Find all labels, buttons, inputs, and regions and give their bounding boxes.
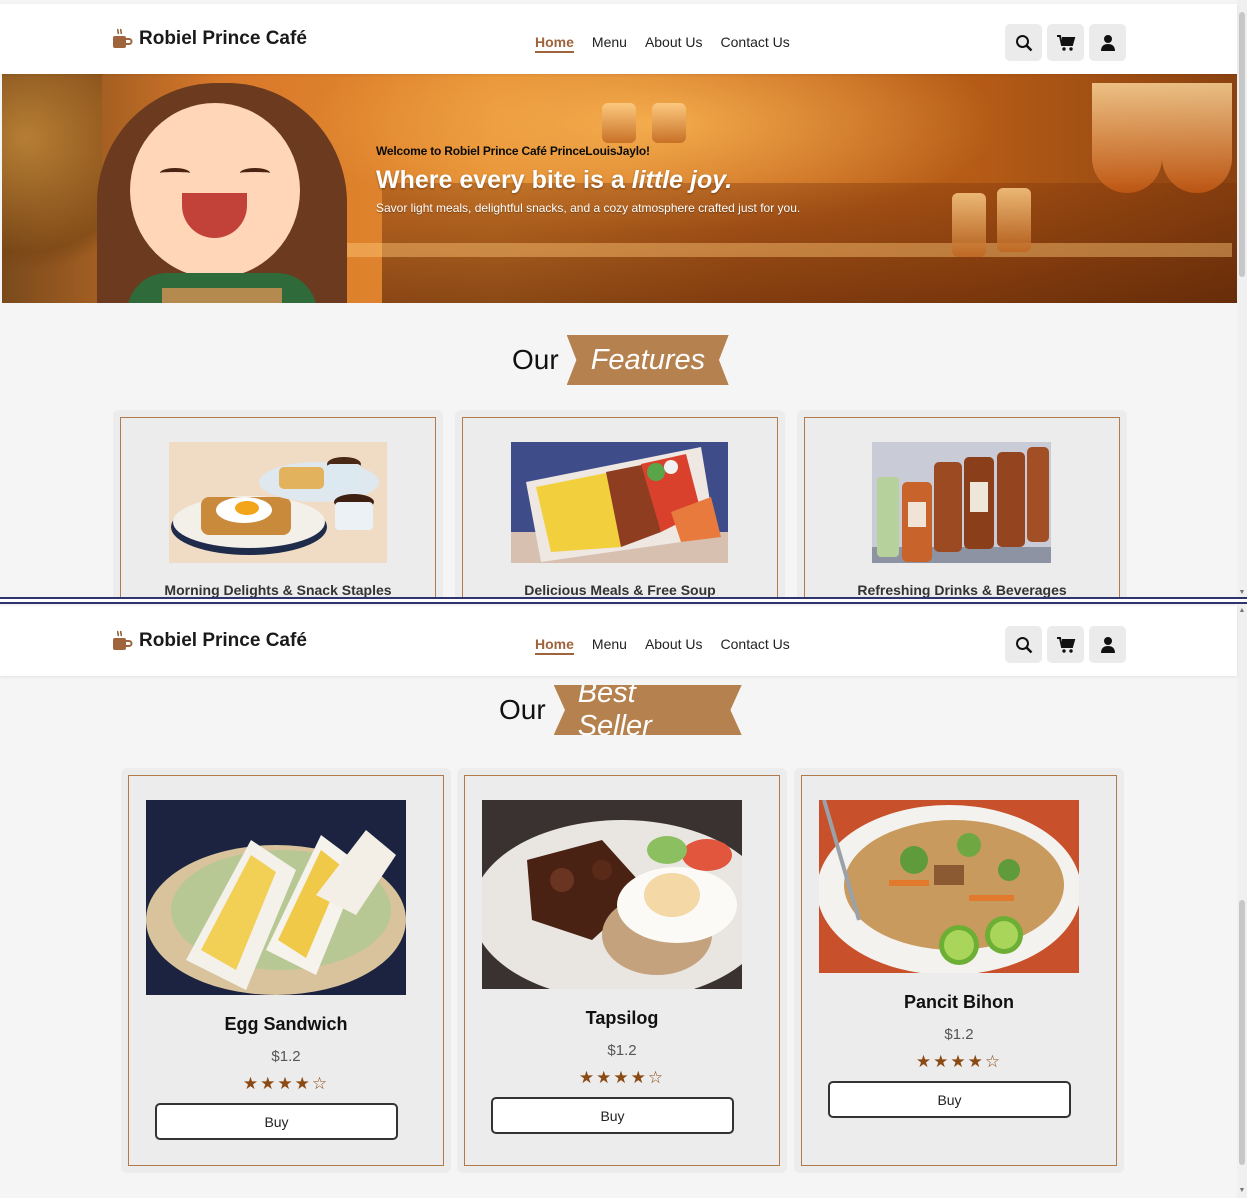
product-image-tapsilog [482,800,742,989]
nav-home[interactable]: Home [535,34,574,53]
feature-label: Morning Delights & Snack Staples [164,582,392,598]
hero-text: Welcome to Robiel Prince Café PrinceLoui… [376,144,800,215]
scrollbar[interactable]: ▲ ▼ [1237,600,1247,1198]
screenshot-divider [0,597,1247,604]
search-icon [1015,636,1032,653]
navbar: Robiel Prince Café Home Menu About Us Co… [0,4,1237,74]
feature-card[interactable]: Delicious Meals & Free Soup [455,410,785,600]
product-name: Tapsilog [585,1008,659,1028]
coffee-cup-icon [111,630,133,652]
product-card[interactable]: Egg Sandwich $1.2 ★★★★☆ Buy [121,768,451,1173]
feature-image-meals [511,442,728,563]
brand-logo[interactable]: Robiel Prince Café [111,28,307,50]
hero-subtitle: Savor light meals, delightful snacks, an… [376,201,801,215]
nav-home[interactable]: Home [535,636,574,655]
coffee-cup-icon [111,28,133,50]
nav-links: Home Menu About Us Contact Us [535,34,790,53]
girl-apron [162,288,282,303]
account-button[interactable] [1089,24,1126,61]
product-image-pancit-bihon [819,800,1079,973]
feature-card[interactable]: Refreshing Drinks & Beverages [797,410,1127,600]
search-button[interactable] [1005,24,1042,61]
star-rating-icon: ★★★★☆ [915,1052,1003,1071]
nav-contact-us[interactable]: Contact Us [721,636,790,655]
cart-button[interactable] [1047,626,1084,663]
bestseller-heading: Our Best Seller [499,685,742,735]
hero-glass-decoration [1092,83,1162,193]
girl-eye [160,168,190,178]
features-heading-ribbon: Features [566,335,729,385]
nav-icons [1005,626,1126,663]
buy-button[interactable]: Buy [828,1081,1071,1118]
girl-eye [240,168,270,178]
nav-contact-us[interactable]: Contact Us [721,34,790,53]
user-icon [1100,34,1115,51]
navbar: Robiel Prince Café Home Menu About Us Co… [0,606,1237,676]
buy-button[interactable]: Buy [155,1103,398,1140]
cart-icon [1056,636,1075,653]
nav-icons [1005,24,1126,61]
scrollbar[interactable]: ▼ [1237,0,1247,600]
scrollbar-thumb[interactable] [1239,900,1245,1165]
hero-jar-decoration [652,103,686,143]
hero-banner: Welcome to Robiel Prince Café PrinceLoui… [2,73,1237,303]
product-price: $1.2 [944,1026,974,1043]
hero-counter-edge [332,243,1232,257]
hero-jar-decoration [952,193,986,257]
product-price: $1.2 [607,1042,637,1059]
product-card[interactable]: Tapsilog $1.2 ★★★★☆ Buy [457,768,787,1173]
brand-logo[interactable]: Robiel Prince Café [111,630,307,652]
star-rating-icon: ★★★★☆ [578,1068,666,1087]
hero-jar-decoration [997,188,1031,252]
hero-jar-decoration [602,103,636,143]
bestseller-heading-our: Our [499,694,546,725]
scroll-down-arrow[interactable]: ▼ [1237,1186,1247,1196]
product-name: Egg Sandwich [224,1014,348,1034]
star-rating-icon: ★★★★☆ [242,1074,330,1093]
nav-about-us[interactable]: About Us [645,636,703,655]
hero-title: Where every bite is a little joy. [376,166,800,195]
nav-menu[interactable]: Menu [592,636,627,655]
hero-welcome: Welcome to Robiel Prince Café PrinceLoui… [376,144,650,158]
user-icon [1100,636,1115,653]
product-card[interactable]: Pancit Bihon $1.2 ★★★★☆ Buy [794,768,1124,1173]
account-button[interactable] [1089,626,1126,663]
cart-icon [1056,34,1075,51]
feature-label: Refreshing Drinks & Beverages [857,582,1067,598]
product-name: Pancit Bihon [903,992,1014,1012]
feature-image-breakfast [169,442,387,563]
brand-name: Robiel Prince Café [139,630,307,651]
screenshot-top: ▼ Robiel Prince Café Home Menu About Us … [0,0,1247,600]
search-icon [1015,34,1032,51]
nav-links: Home Menu About Us Contact Us [535,636,790,655]
feature-card[interactable]: Morning Delights & Snack Staples [113,410,443,600]
product-image-egg-sandwich [146,800,406,995]
feature-image-drinks [872,442,1051,563]
nav-about-us[interactable]: About Us [645,34,703,53]
brand-name: Robiel Prince Café [139,28,307,49]
buy-button[interactable]: Buy [491,1097,734,1134]
hero-glass-decoration [1162,83,1232,193]
features-heading-our: Our [512,344,559,375]
nav-menu[interactable]: Menu [592,34,627,53]
feature-label: Delicious Meals & Free Soup [524,582,716,598]
hero-title-emphasis: little joy. [631,166,733,194]
features-heading: Our Features [512,335,729,385]
cart-button[interactable] [1047,24,1084,61]
scroll-up-arrow[interactable]: ▲ [1237,606,1247,616]
hero-plant-decoration [2,73,102,303]
girl-face [130,103,300,278]
product-price: $1.2 [271,1048,301,1065]
scrollbar-thumb[interactable] [1239,12,1245,277]
search-button[interactable] [1005,626,1042,663]
bestseller-heading-ribbon: Best Seller [553,685,742,735]
hero-title-main: Where every bite is a [376,166,632,194]
screenshot-bottom: ▲ ▼ Robiel Prince Café Home Menu About U… [0,600,1247,1198]
